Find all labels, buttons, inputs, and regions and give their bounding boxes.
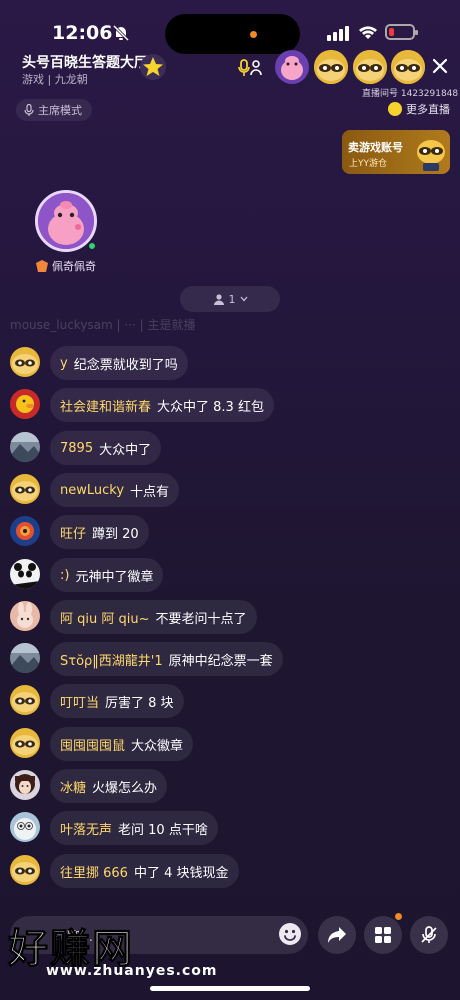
chat-text: 纪念票就收到了吗 (73, 357, 178, 373)
chat-bubble: 旺仔 蹲到 20 (50, 515, 149, 549)
chat-text: 大众中了 (99, 442, 152, 458)
chat-avatar[interactable] (10, 516, 40, 546)
room-subtitle: 游戏 | 九龙朝 (22, 73, 88, 86)
chat-bubble: :) 元神中了徽章 (50, 558, 164, 592)
dynamic-island (165, 14, 300, 54)
watermark-url: www.zhuanyes.com (46, 963, 218, 979)
mic-off-icon (421, 926, 437, 943)
notification-dot (395, 913, 402, 920)
faded-chat-message: mouse_lucky​sam | ··· | 主是就播 (10, 318, 196, 332)
chat-avatar[interactable] (10, 770, 40, 800)
chat-bubble: 往里挪 666 中了 4 块钱现金 (50, 854, 239, 888)
mic-mute-button[interactable] (410, 916, 448, 954)
chat-text: 中了 4 块钱现金 (133, 865, 229, 881)
privacy-indicator (250, 31, 257, 38)
chat-username[interactable]: Sτŏρ‖西湖龍井'1 (60, 650, 163, 669)
chat-bubble: 阿 qiu 阿 qiu~ 不要老问十点了 (50, 600, 257, 634)
mic-icon (24, 104, 34, 116)
chat-avatar[interactable] (10, 728, 40, 758)
chat-bubble: 囤囤囤囤鼠 大众徽章 (50, 727, 194, 761)
chat-username[interactable]: 往里挪 666 (60, 862, 128, 881)
status-time: 12:06 (52, 22, 113, 44)
chat-avatar[interactable] (10, 601, 40, 631)
chat-text: 大众徽章 (131, 738, 184, 754)
share-arrow-icon (328, 927, 346, 943)
host-mode-button[interactable]: 主席模式 (16, 99, 92, 121)
chat-avatar[interactable] (10, 643, 40, 673)
chat-bubble: 社会建和谐新春 大众中了 8.3 红包 (50, 388, 274, 422)
host-name-row[interactable]: 佩奇佩奇 (35, 258, 96, 274)
chat-username[interactable]: y (60, 356, 68, 371)
chat-username[interactable]: 阿 qiu 阿 qiu~ (60, 608, 150, 627)
audience-count: 1 (228, 292, 236, 306)
wifi-icon (359, 26, 377, 39)
host-name: 佩奇佩奇 (52, 260, 96, 273)
room-title[interactable]: 头号百晓生答题大厅 (22, 52, 148, 72)
live-dot-icon (388, 102, 402, 116)
promo-subtitle: 上YY游仓 (349, 159, 387, 169)
chat-text: 十点有 (130, 484, 170, 500)
mic-users-icon[interactable] (238, 58, 262, 78)
emoji-icon[interactable] (278, 922, 302, 946)
room-id: 直播间号 1423291848 (362, 89, 459, 99)
more-live-button[interactable]: 更多直播 (388, 101, 450, 117)
chat-avatar[interactable] (10, 855, 40, 885)
chat-username[interactable]: 叮叮当 (60, 692, 99, 711)
chat-text: 原神中纪念票一套 (168, 653, 273, 669)
chat-bubble: 7895 大众中了 (50, 431, 162, 465)
chat-bubble: Sτŏρ‖西湖龍井'1 原神中纪念票一套 (50, 642, 283, 676)
chat-avatar[interactable] (10, 347, 40, 377)
star-icon (143, 57, 163, 76)
chat-bubble: 冰糖 火爆怎么办 (50, 769, 168, 803)
chat-username[interactable]: 冰糖 (60, 777, 86, 796)
chat-text: 元神中了徽章 (75, 569, 154, 585)
more-apps-button[interactable] (364, 916, 402, 954)
host-mode-label: 主席模式 (38, 104, 82, 117)
favorite-star-button[interactable] (140, 54, 166, 80)
chat-username[interactable]: 社会建和谐新春 (60, 396, 151, 415)
chevron-down-icon (240, 296, 247, 302)
share-button[interactable] (318, 916, 356, 954)
close-icon[interactable] (430, 56, 450, 76)
grid-icon (375, 927, 391, 943)
chat-text: 不要老问十点了 (155, 611, 247, 627)
viewer-avatar-raccoon-2[interactable] (353, 50, 387, 84)
more-live-label: 更多直播 (406, 103, 450, 116)
chat-avatar[interactable] (10, 474, 40, 504)
chat-avatar[interactable] (10, 389, 40, 419)
chat-username[interactable]: 囤囤囤囤鼠 (60, 735, 125, 754)
chat-bubble: newLucky 十点有 (50, 473, 180, 507)
bell-off-icon (112, 24, 130, 42)
chat-avatar[interactable] (10, 685, 40, 715)
audience-count-button[interactable]: 1 (180, 286, 280, 312)
user-icon (213, 294, 224, 305)
chat-avatar[interactable] (10, 812, 40, 842)
viewer-avatar-raccoon-1[interactable] (314, 50, 348, 84)
chat-bubble: 叮叮当 厉害了 8 块 (50, 684, 184, 718)
chat-bubble: 叶落无声 老问 10 点干啥 (50, 811, 218, 845)
home-indicator[interactable] (150, 986, 310, 991)
chat-text: 老问 10 点干啥 (118, 822, 208, 838)
battery-icon (385, 24, 418, 40)
chat-username[interactable]: newLucky (60, 483, 124, 498)
promo-title: 卖游戏账号 (348, 141, 403, 154)
chat-avatar[interactable] (10, 559, 40, 589)
viewer-avatar-raccoon-3[interactable] (391, 50, 425, 84)
viewer-avatar-peppa[interactable] (275, 50, 309, 84)
chat-text: 厉害了 8 块 (105, 695, 174, 711)
chat-avatar[interactable] (10, 432, 40, 462)
raccoon-mascot-icon (417, 140, 445, 171)
host-badge-icon (36, 260, 48, 272)
chat-text: 大众中了 8.3 红包 (157, 399, 264, 415)
chat-text: 蹲到 20 (92, 526, 139, 542)
chat-text: 火爆怎么办 (92, 780, 158, 796)
cell-signal-icon (327, 26, 349, 41)
chat-username[interactable]: 7895 (60, 441, 93, 456)
chat-bubble: y 纪念票就收到了吗 (50, 346, 188, 380)
chat-username[interactable]: 旺仔 (60, 523, 86, 542)
promo-banner[interactable]: 卖游戏账号 上YY游仓 (342, 130, 450, 174)
chat-username[interactable]: :) (60, 568, 69, 583)
online-indicator (87, 241, 97, 251)
chat-username[interactable]: 叶落无声 (60, 819, 112, 838)
